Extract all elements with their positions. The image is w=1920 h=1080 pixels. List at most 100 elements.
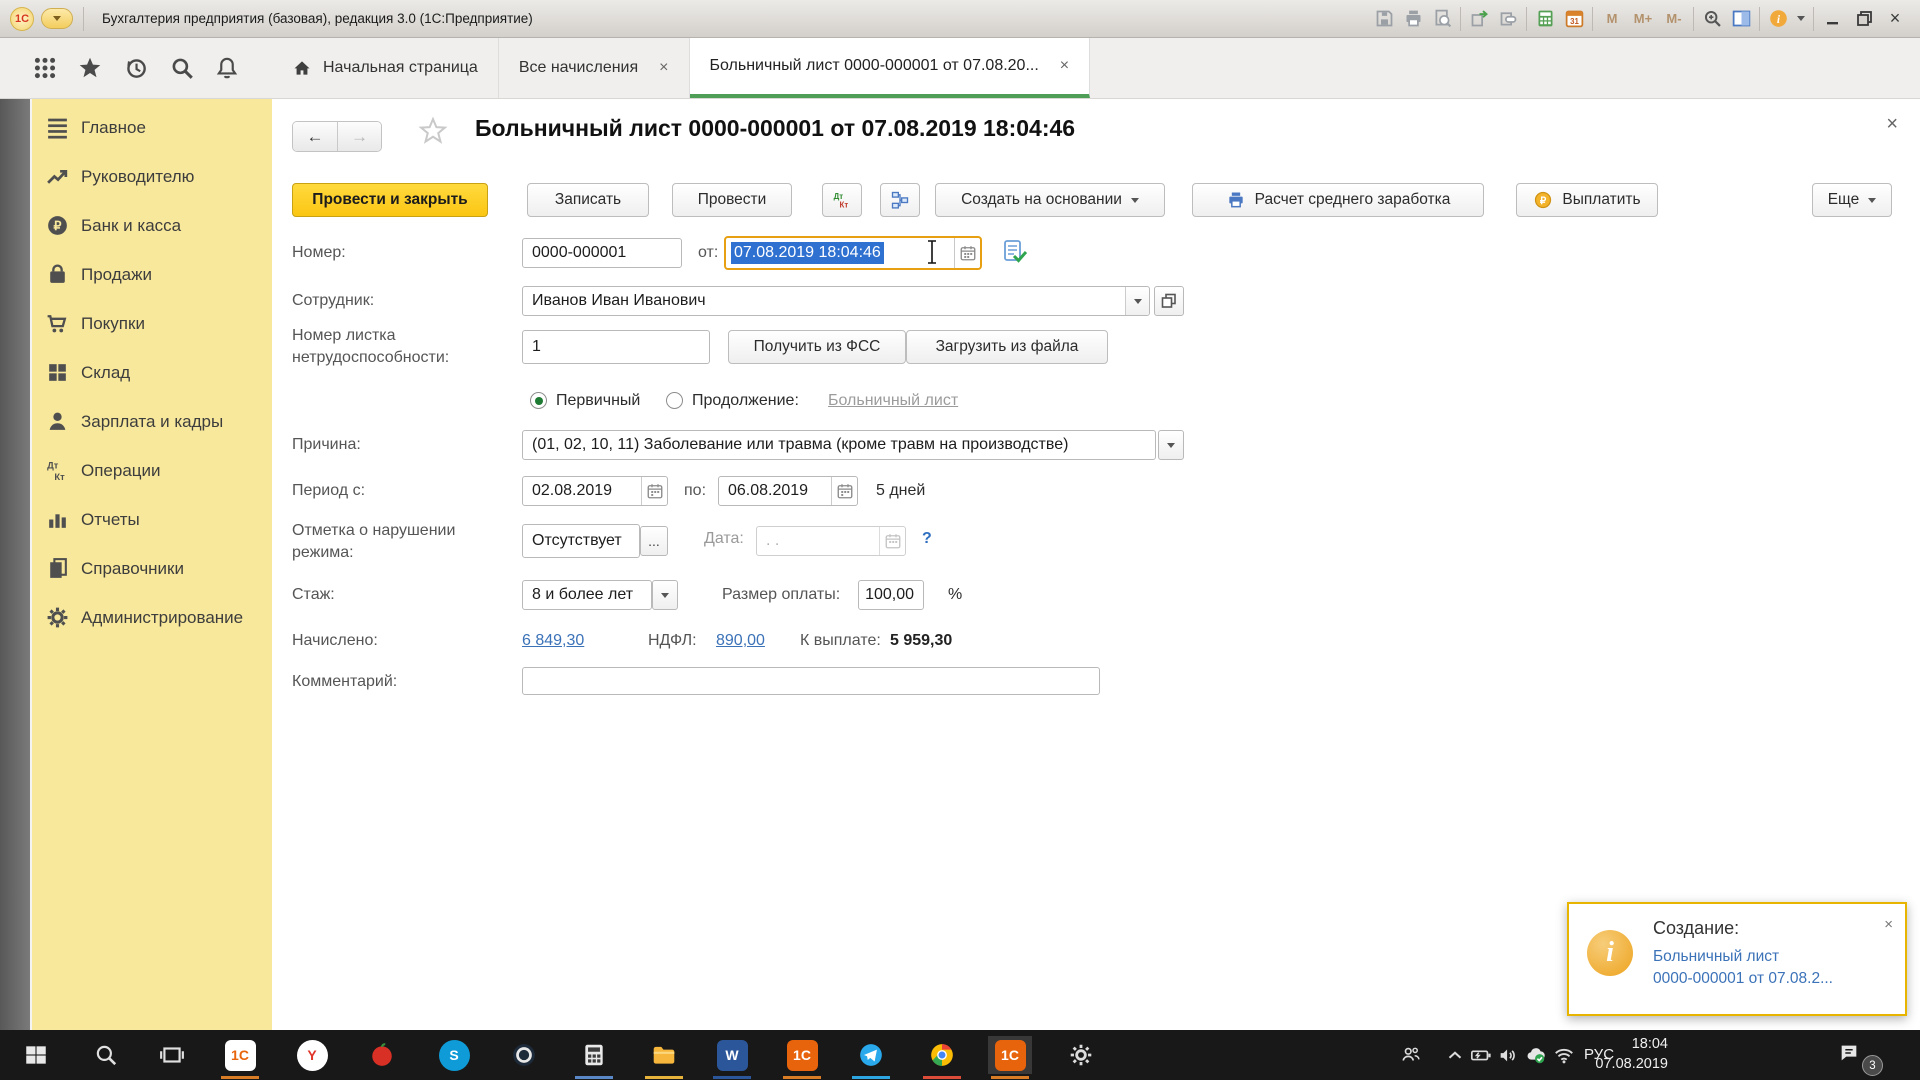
- minimize-button[interactable]: [1818, 6, 1848, 32]
- memory-minus-icon[interactable]: M-: [1659, 11, 1689, 26]
- continuation-sick-leave-link[interactable]: Больничный лист: [828, 392, 958, 410]
- main-menu-dropdown-button[interactable]: [41, 8, 73, 29]
- notification-link-line2[interactable]: 0000-000001 от 07.08.2...: [1653, 970, 1833, 988]
- info-icon[interactable]: i: [1764, 6, 1792, 32]
- split-window-icon[interactable]: [1727, 6, 1755, 32]
- taskbar-search-button[interactable]: [84, 1036, 128, 1074]
- sidebar-item-reports[interactable]: Отчеты: [32, 499, 272, 541]
- memory-plus-icon[interactable]: M+: [1628, 11, 1658, 26]
- zoom-icon[interactable]: [1698, 6, 1726, 32]
- sidebar-item-main[interactable]: Главное: [32, 107, 272, 149]
- taskbar-app-dark[interactable]: [502, 1036, 546, 1074]
- calculator-icon[interactable]: [1531, 6, 1559, 32]
- sidebar-item-warehouse[interactable]: Склад: [32, 352, 272, 394]
- violation-field[interactable]: Отсутствует: [522, 524, 640, 558]
- tab-home[interactable]: Начальная страница: [272, 38, 499, 98]
- ndfl-amount-link[interactable]: 890,00: [716, 632, 765, 650]
- taskbar-app-1c[interactable]: 1С: [780, 1036, 824, 1074]
- restore-button[interactable]: [1849, 6, 1879, 32]
- sidebar-item-salary-hr[interactable]: Зарплата и кадры: [32, 401, 272, 443]
- calendar-picker-icon[interactable]: [641, 477, 667, 505]
- violation-browse-button[interactable]: ...: [640, 526, 668, 556]
- open-link-icon[interactable]: [1465, 6, 1493, 32]
- sidebar-item-operations[interactable]: ДтКт Операции: [32, 450, 272, 492]
- radio-primary-label[interactable]: Первичный: [556, 392, 640, 410]
- help-link[interactable]: ?: [922, 530, 932, 548]
- create-based-on-button[interactable]: Создать на основании: [935, 183, 1165, 217]
- taskbar-app-chrome[interactable]: [920, 1036, 964, 1074]
- forward-button[interactable]: →: [337, 122, 381, 151]
- get-link-icon[interactable]: [1494, 6, 1522, 32]
- taskbar-app-skype[interactable]: S: [432, 1036, 476, 1074]
- load-from-file-button[interactable]: Загрузить из файла: [906, 330, 1108, 364]
- taskbar-app-settings[interactable]: [1059, 1036, 1103, 1074]
- taskbar-app-red[interactable]: [360, 1036, 404, 1074]
- cloud-sync-icon[interactable]: [1523, 1043, 1549, 1067]
- sheet-number-field[interactable]: 1: [522, 330, 710, 364]
- experience-combo[interactable]: 8 и более лет: [522, 580, 652, 610]
- favorite-star-icon[interactable]: [418, 116, 448, 151]
- get-from-fss-button[interactable]: Получить из ФСС: [728, 330, 906, 364]
- post-and-close-button[interactable]: Провести и закрыть: [292, 183, 488, 217]
- info-dropdown-icon[interactable]: [1797, 16, 1805, 21]
- volume-icon[interactable]: [1495, 1043, 1521, 1067]
- task-view-button[interactable]: [150, 1036, 194, 1074]
- employee-combo[interactable]: Иванов Иван Иванович: [522, 286, 1150, 316]
- period-from-field[interactable]: 02.08.2019: [522, 476, 668, 506]
- tab-all-accruals[interactable]: Все начисления ×: [499, 38, 690, 98]
- write-button[interactable]: Записать: [527, 183, 649, 217]
- average-earnings-button[interactable]: Расчет среднего заработка: [1192, 183, 1484, 217]
- favorites-star-icon[interactable]: [73, 51, 107, 85]
- close-button[interactable]: ×: [1880, 6, 1910, 32]
- accrued-amount-link[interactable]: 6 849,30: [522, 632, 584, 650]
- notifications-bell-icon[interactable]: [210, 51, 244, 85]
- reason-dropdown-button[interactable]: [1158, 430, 1184, 460]
- clock[interactable]: 18:04 07.08.2019: [1576, 1034, 1668, 1074]
- sidebar-item-administration[interactable]: Администрирование: [32, 597, 272, 639]
- taskbar-app-1c-active[interactable]: 1С: [988, 1036, 1032, 1074]
- tab-sick-leave[interactable]: Больничный лист 0000-000001 от 07.08.20.…: [690, 38, 1091, 98]
- start-button[interactable]: [14, 1036, 58, 1074]
- number-field[interactable]: 0000-000001: [522, 238, 682, 268]
- sidebar-item-manager[interactable]: Руководителю: [32, 156, 272, 198]
- apps-grid-icon[interactable]: [28, 51, 62, 85]
- search-icon[interactable]: [165, 51, 199, 85]
- sidebar-item-purchases[interactable]: Покупки: [32, 303, 272, 345]
- more-button[interactable]: Еще: [1812, 183, 1892, 217]
- reason-combo[interactable]: (01, 02, 10, 11) Заболевание или травма …: [522, 430, 1156, 460]
- people-icon[interactable]: [1398, 1043, 1424, 1067]
- document-check-icon[interactable]: [1002, 239, 1028, 270]
- period-to-field[interactable]: 06.08.2019: [718, 476, 858, 506]
- chevron-up-icon[interactable]: [1442, 1043, 1468, 1067]
- radio-continuation-label[interactable]: Продолжение:: [692, 392, 799, 410]
- print-icon[interactable]: [1399, 6, 1427, 32]
- calendar-picker-icon[interactable]: [954, 238, 980, 268]
- taskbar-app-calculator[interactable]: [572, 1036, 616, 1074]
- pay-rate-field[interactable]: 100,00: [858, 580, 924, 610]
- battery-icon[interactable]: [1468, 1043, 1494, 1067]
- sidebar-item-bank-cash[interactable]: ₽ Банк и касса: [32, 205, 272, 247]
- pay-out-button[interactable]: ₽ Выплатить: [1516, 183, 1658, 217]
- wifi-icon[interactable]: [1551, 1043, 1577, 1067]
- taskbar-app-word[interactable]: W: [710, 1036, 754, 1074]
- notification-link-line1[interactable]: Больничный лист: [1653, 948, 1779, 966]
- structure-button[interactable]: [880, 183, 920, 217]
- radio-continuation[interactable]: [666, 392, 683, 409]
- open-employee-button[interactable]: [1154, 286, 1184, 316]
- radio-primary[interactable]: [530, 392, 547, 409]
- history-icon[interactable]: [119, 51, 153, 85]
- taskbar-app-yandex-browser[interactable]: Y: [290, 1036, 334, 1074]
- sidebar-item-directories[interactable]: Справочники: [32, 548, 272, 590]
- chevron-down-icon[interactable]: [1125, 287, 1149, 315]
- save-icon[interactable]: [1370, 6, 1398, 32]
- notification-close-button[interactable]: ×: [1884, 916, 1893, 933]
- comment-field[interactable]: [522, 667, 1100, 695]
- post-button[interactable]: Провести: [672, 183, 792, 217]
- taskbar-app-1c-enterprise[interactable]: 1С: [218, 1036, 262, 1074]
- calendar-icon[interactable]: 31: [1560, 6, 1588, 32]
- taskbar-app-file-explorer[interactable]: [642, 1036, 686, 1074]
- memory-icon[interactable]: M: [1597, 11, 1627, 26]
- dt-kt-button[interactable]: ДтКт: [822, 183, 862, 217]
- experience-dropdown-button[interactable]: [652, 580, 678, 610]
- document-close-button[interactable]: ×: [1886, 113, 1898, 136]
